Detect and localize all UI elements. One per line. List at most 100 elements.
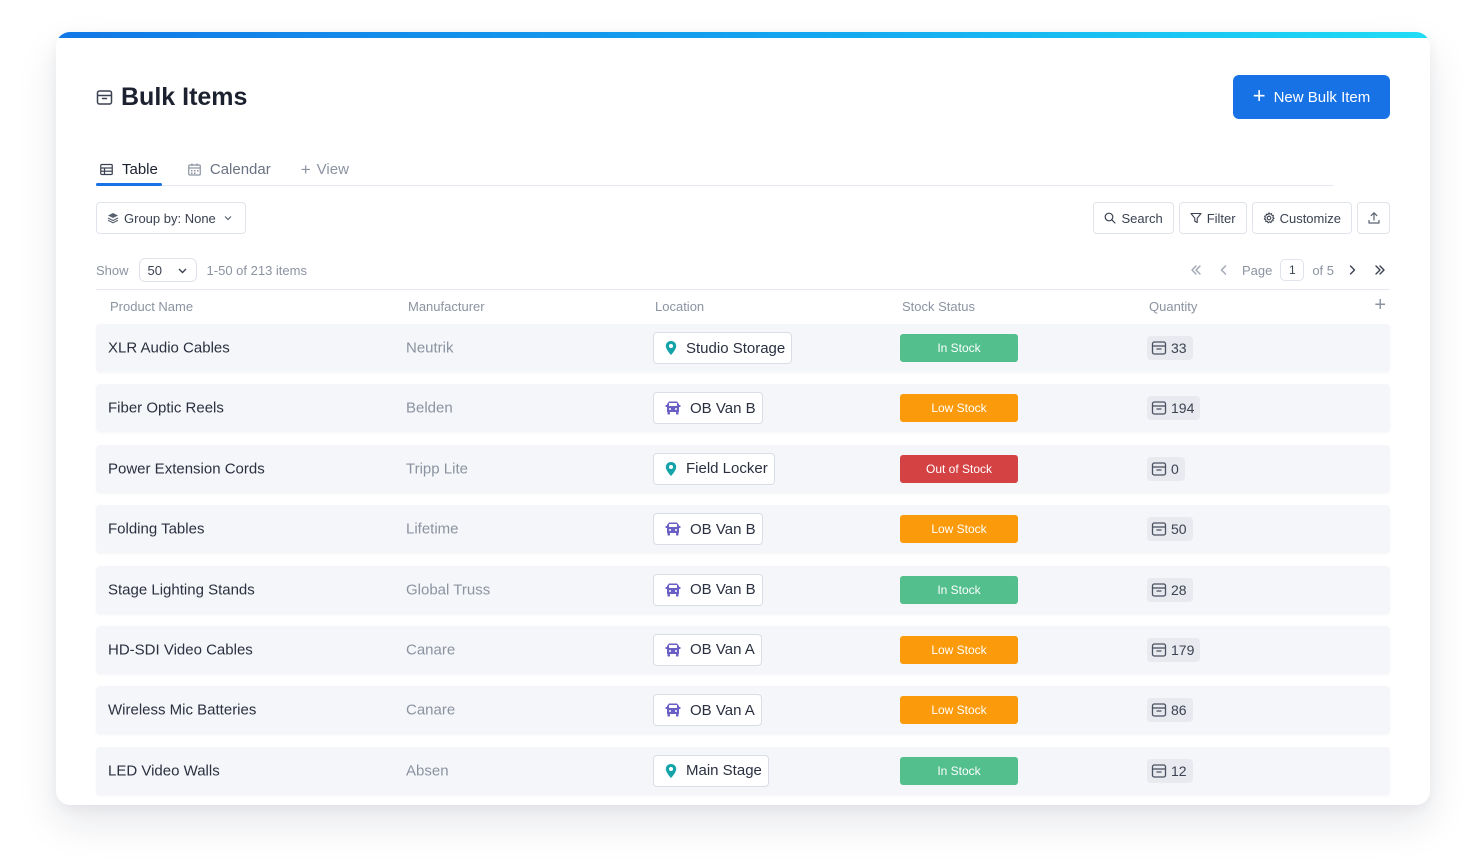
product-name-cell: Folding Tables <box>108 520 205 538</box>
upload-icon <box>1367 211 1381 225</box>
tab-calendar-label: Calendar <box>209 161 271 178</box>
tab-table[interactable]: Table <box>96 154 162 186</box>
location-chip[interactable]: Studio Storage <box>653 332 793 364</box>
stock-status-cell: Low Stock <box>900 515 1018 544</box>
location-label: Studio Storage <box>686 339 786 357</box>
page-nav: Page 1 of 5 <box>1186 259 1390 281</box>
location-label: OB Van A <box>690 641 755 659</box>
location-chip[interactable]: Field Locker <box>653 452 775 485</box>
column-header-quantity[interactable]: Quantity <box>1149 299 1197 314</box>
quantity-chip: 12 <box>1147 758 1193 783</box>
table-row[interactable]: LED Video Walls Absen Main Stage In Stoc… <box>96 746 1390 795</box>
add-column-icon[interactable]: + <box>1374 294 1386 317</box>
prev-page-icon[interactable] <box>1214 260 1234 280</box>
column-header-manufacturer[interactable]: Manufacturer <box>408 299 485 314</box>
plus-icon: + <box>300 159 311 179</box>
tab-add-view-label: View <box>316 161 349 178</box>
new-bulk-item-button[interactable]: + New Bulk Item <box>1233 75 1390 119</box>
location-cell: OB Van A <box>653 633 762 666</box>
filter-button[interactable]: Filter <box>1178 202 1247 234</box>
calendar-icon <box>188 163 201 176</box>
export-button[interactable] <box>1357 202 1390 234</box>
quantity-cell: 50 <box>1147 517 1193 542</box>
search-button[interactable]: Search <box>1093 202 1174 234</box>
location-label: OB Van B <box>690 581 756 599</box>
filter-icon <box>1190 212 1202 224</box>
table-body: XLR Audio Cables Neutrik Studio Storage … <box>96 324 1390 805</box>
manufacturer-cell: Lifetime <box>406 520 459 538</box>
van-icon <box>664 642 682 658</box>
quantity-cell: 33 <box>1147 336 1193 360</box>
plus-icon: + <box>1252 83 1266 108</box>
quantity-chip: 179 <box>1147 637 1201 662</box>
quantity-chip: 28 <box>1147 577 1193 602</box>
stock-status-badge: Low Stock <box>900 515 1018 544</box>
location-chip[interactable]: OB Van B <box>653 392 763 425</box>
quantity-chip: 33 <box>1147 336 1193 360</box>
accent-bar <box>56 32 1430 38</box>
location-label: Field Locker <box>686 460 768 478</box>
table-header: Product Name Manufacturer Location Stock… <box>96 289 1390 323</box>
filter-label: Filter <box>1206 210 1236 226</box>
column-header-stock-status[interactable]: Stock Status <box>902 299 975 314</box>
quantity-cell: 28 <box>1147 577 1193 602</box>
quantity-cell: 194 <box>1147 396 1201 421</box>
location-chip[interactable]: OB Van A <box>653 694 762 727</box>
group-by-button[interactable]: Group by: None <box>96 202 246 234</box>
tab-add-view[interactable]: + View <box>297 154 353 185</box>
item-range-text: 1-50 of 213 items <box>206 262 307 278</box>
table-row[interactable]: Fiber Optic Reels Belden OB Van B Low St… <box>96 384 1390 433</box>
product-name-cell: Power Extension Cords <box>108 460 265 478</box>
bulk-items-card: Bulk Items + New Bulk Item Table Calenda… <box>56 32 1430 805</box>
page-size-group: Show 50 1-50 of 213 items <box>96 258 307 282</box>
column-header-location[interactable]: Location <box>655 299 704 314</box>
view-tabs: Table Calendar + View <box>96 154 1334 186</box>
tab-calendar[interactable]: Calendar <box>184 154 275 185</box>
first-page-icon[interactable] <box>1186 260 1206 280</box>
last-page-icon[interactable] <box>1370 260 1390 280</box>
quantity-cell: 12 <box>1147 758 1193 783</box>
stock-status-cell: In Stock <box>900 575 1018 604</box>
table-row[interactable]: Stage Lighting Stands Global Truss OB Va… <box>96 565 1390 614</box>
location-chip[interactable]: OB Van A <box>653 633 762 666</box>
stock-status-cell: Low Stock <box>900 394 1018 423</box>
stock-status-badge: Low Stock <box>900 696 1018 725</box>
product-name-cell: HD-SDI Video Cables <box>108 641 253 659</box>
box-icon <box>1151 763 1167 779</box>
map-pin-icon <box>664 461 678 477</box>
van-icon <box>664 702 682 718</box>
box-icon <box>1151 521 1167 537</box>
location-chip[interactable]: OB Van B <box>653 573 763 606</box>
search-label: Search <box>1121 210 1163 226</box>
location-cell: OB Van A <box>653 694 762 727</box>
table-row[interactable]: HD-SDI Video Cables Canare OB Van A Low … <box>96 625 1390 674</box>
next-page-icon[interactable] <box>1342 260 1362 280</box>
quantity-chip: 86 <box>1147 698 1193 723</box>
location-cell: Main Stage <box>653 754 769 787</box>
quantity-cell: 179 <box>1147 637 1201 662</box>
page-size-select[interactable]: 50 <box>138 258 197 282</box>
stock-status-cell: Low Stock <box>900 696 1018 725</box>
column-header-product-name[interactable]: Product Name <box>110 299 193 314</box>
stock-status-badge: Low Stock <box>900 635 1018 664</box>
manufacturer-cell: Canare <box>406 701 456 719</box>
quantity-value: 86 <box>1171 702 1187 719</box>
location-label: OB Van B <box>690 520 756 538</box>
customize-button[interactable]: Customize <box>1251 202 1352 234</box>
product-name-cell: XLR Audio Cables <box>108 339 230 357</box>
current-page-input[interactable]: 1 <box>1280 259 1305 281</box>
location-chip[interactable]: Main Stage <box>653 754 769 787</box>
location-chip[interactable]: OB Van B <box>653 513 763 546</box>
location-cell: OB Van B <box>653 513 763 546</box>
table-row[interactable]: XLR Audio Cables Neutrik Studio Storage … <box>96 324 1390 372</box>
table-row[interactable]: Wireless Mic Batteries Canare OB Van A L… <box>96 686 1390 735</box>
location-cell: OB Van B <box>653 573 763 606</box>
product-name-cell: Stage Lighting Stands <box>108 581 255 599</box>
page-of-text: of 5 <box>1312 262 1334 278</box>
table-row[interactable]: Folding Tables Lifetime OB Van B Low Sto… <box>96 505 1390 554</box>
page-size-value: 50 <box>147 262 162 278</box>
toolbar-actions: Search Filter Customize <box>1093 202 1390 234</box>
location-cell: OB Van B <box>653 392 763 425</box>
table-row[interactable]: Power Extension Cords Tripp Lite Field L… <box>96 444 1390 493</box>
quantity-value: 12 <box>1171 762 1187 779</box>
